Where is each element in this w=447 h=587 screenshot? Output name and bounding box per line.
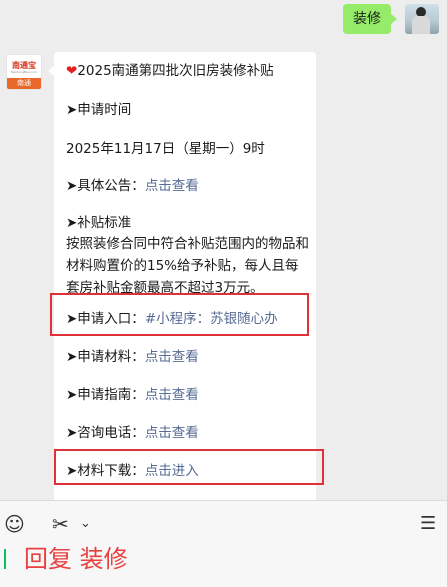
apply-time-label: ➤申请时间 [66,102,132,118]
guide-label: ➤申请指南： [66,387,145,403]
guide-link[interactable]: 点击查看 [145,387,199,403]
phone-link[interactable]: 点击查看 [145,425,199,441]
materials-link[interactable]: 点击查看 [145,349,199,365]
scissors-icon[interactable]: ✂ [52,512,69,536]
user-avatar[interactable] [405,4,439,34]
chat-area: 装修 南通宝 NantongBao.com 南通 ❤2025南通第四批次旧房装修… [0,0,447,500]
text-caret [4,549,6,569]
reply-input[interactable]: 回复 装修 [0,538,447,586]
materials-line: ➤申请材料：点击查看 [66,346,199,368]
bot-avatar[interactable]: 南通宝 NantongBao.com 南通 [6,54,42,90]
heart-icon: ❤ [66,63,78,79]
incoming-message: ❤2025南通第四批次旧房装修补贴 ➤申请时间 2025年11月17日（星期一）… [48,52,316,500]
message-title: 2025南通第四批次旧房装修补贴 [77,63,274,79]
logo-url: NantongBao.com [11,70,37,74]
logo-city: 南通 [7,78,41,89]
guide-line: ➤申请指南：点击查看 [66,384,199,406]
notice-line: ➤具体公告：点击查看 [66,175,199,197]
menu-list-icon[interactable]: ☰ [420,513,436,534]
standard-text: 按照装修合同中符合补贴范围内的物品和材料购置价的15%给予补贴，每人且每套房补贴… [66,236,309,296]
chevron-down-icon[interactable]: ⌄ [80,516,91,531]
apply-time-value: 2025年11月17日（星期一）9时 [66,141,265,157]
standard-label: ➤补贴标准 [66,215,132,231]
reply-text[interactable]: 回复 装修 [24,542,128,576]
avatar-figure-body [412,16,430,34]
phone-line: ➤咨询电话：点击查看 [66,422,199,444]
highlight-box-entry [50,293,309,336]
outgoing-message[interactable]: 装修 [343,4,397,34]
notice-label: ➤具体公告： [66,178,145,194]
materials-label: ➤申请材料： [66,349,145,365]
notice-link[interactable]: 点击查看 [145,178,199,194]
phone-label: ➤咨询电话： [66,425,145,441]
emoji-icon[interactable]: ☺ [4,512,25,536]
highlight-box-download [54,449,324,485]
message-title-line: ❤2025南通第四批次旧房装修补贴 [66,60,274,82]
